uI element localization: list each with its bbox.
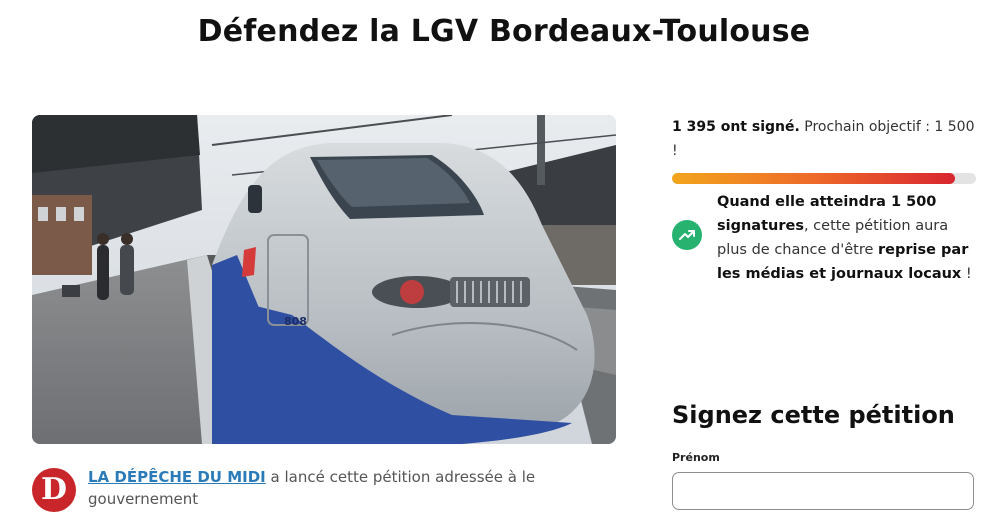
petition-starter: D LA DÉPÊCHE DU MIDI a lancé cette pétit… [32,466,616,516]
train-number: 808 [284,315,307,328]
trending-up-icon [672,220,702,250]
signature-progress-fill [672,173,955,184]
goal-info: Quand elle atteindra 1 500 signatures, c… [672,190,977,290]
signature-count: 1 395 ont signé. Prochain objectif : 1 5… [672,115,977,163]
signature-progress-bar [672,173,976,184]
firstname-input[interactable] [672,472,974,510]
petition-image: 808 [32,115,616,444]
goal-info-text-3: ! [961,266,972,282]
organization-logo: D [32,468,76,512]
goal-info-text: Quand elle atteindra 1 500 signatures, c… [717,190,979,286]
sign-heading: Signez cette pétition [672,401,955,429]
starter-text: LA DÉPÊCHE DU MIDI a lancé cette pétitio… [88,466,558,510]
organization-link[interactable]: LA DÉPÊCHE DU MIDI [88,468,266,486]
page-title: Défendez la LGV Bordeaux-Toulouse [197,14,811,49]
signature-panel: 1 395 ont signé. Prochain objectif : 1 5… [672,115,977,290]
firstname-label: Prénom [672,451,720,464]
signature-count-value: 1 395 ont signé. [672,119,800,135]
